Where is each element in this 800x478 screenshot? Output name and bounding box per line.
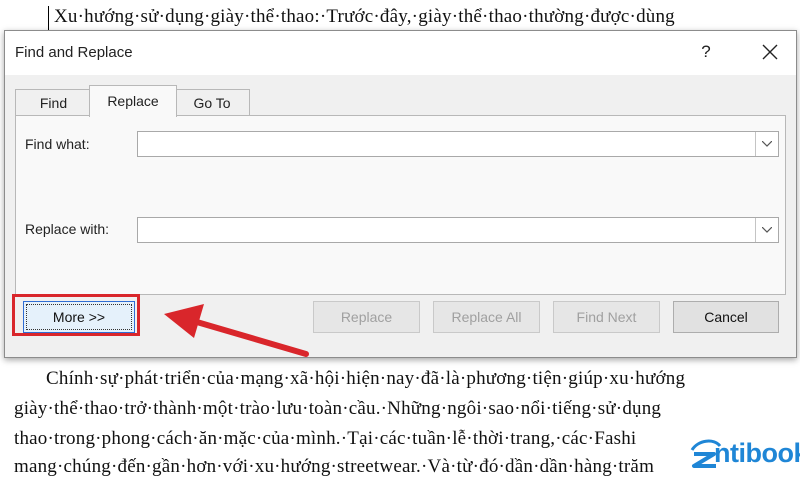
- dialog-titlebar: Find and Replace ?: [5, 31, 796, 75]
- help-button[interactable]: ?: [695, 39, 717, 65]
- tab-go-to[interactable]: Go To: [174, 89, 250, 116]
- replace-all-button[interactable]: Replace All: [433, 301, 540, 333]
- find-next-button[interactable]: Find Next: [553, 301, 660, 333]
- logo-text: ntibook: [714, 438, 800, 468]
- document-line: giày·thể·thao·trở·thành·một·trào·lưu·toà…: [14, 398, 662, 419]
- document-line: Xu·hướng·sử·dụng·giày·thể·thao:·Trước·đâ…: [54, 6, 675, 27]
- document-line: Chính·sự·phát·triển·của·mạng·xã·hội·hiện…: [46, 368, 686, 389]
- highlight-box: [12, 294, 140, 336]
- chevron-down-icon: [762, 227, 772, 233]
- find-what-label: Find what:: [25, 136, 90, 152]
- replace-with-input[interactable]: [137, 217, 779, 243]
- replace-button[interactable]: Replace: [313, 301, 420, 333]
- document-line: thao·trong·phong·cách·ăn·mặc·của·mình.·T…: [14, 428, 637, 449]
- cancel-button[interactable]: Cancel: [673, 301, 779, 333]
- annotation-arrow-icon: [164, 304, 309, 357]
- tab-find[interactable]: Find: [15, 89, 92, 116]
- chevron-down-icon: [762, 141, 772, 147]
- document-line: mang·chúng·đến·gần·hơn·với·xu·hướng·stre…: [14, 456, 655, 477]
- combo-dropdown[interactable]: [755, 132, 778, 156]
- text-cursor: [48, 6, 49, 30]
- combo-dropdown[interactable]: [755, 218, 778, 242]
- close-button[interactable]: [755, 37, 785, 67]
- brand-logo: ntibook: [688, 436, 800, 472]
- replace-with-label: Replace with:: [25, 221, 110, 237]
- close-icon: [762, 44, 778, 60]
- find-what-input[interactable]: [137, 131, 779, 157]
- tab-replace[interactable]: Replace: [89, 85, 177, 117]
- dialog-title: Find and Replace: [15, 44, 133, 61]
